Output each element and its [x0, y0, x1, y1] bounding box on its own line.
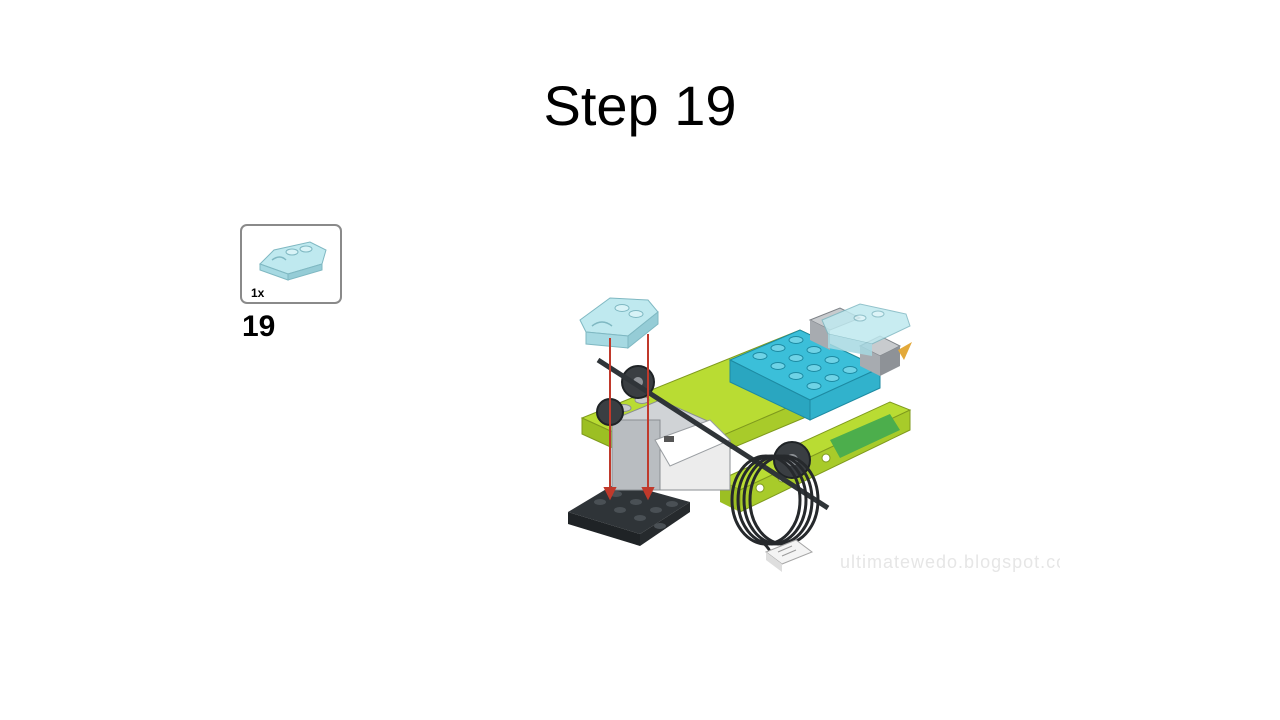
lego-model-illustration: ultimatewedo.blogspot.com: [568, 297, 1060, 572]
step-number: 19: [242, 310, 276, 343]
trans-light-blue-slope-brick-icon: [259, 241, 327, 281]
floating-trans-blue-brick: [579, 297, 659, 350]
dark-base-plate: [568, 482, 690, 546]
slide-title: Step 19: [543, 74, 737, 137]
part-quantity: 1x: [251, 286, 265, 300]
parts-callout: 1x: [240, 224, 342, 304]
slide: Step 19 1x 19 ultimatewedo.blogspot.com: [0, 0, 1280, 720]
watermark: ultimatewedo.blogspot.com: [840, 552, 1060, 572]
